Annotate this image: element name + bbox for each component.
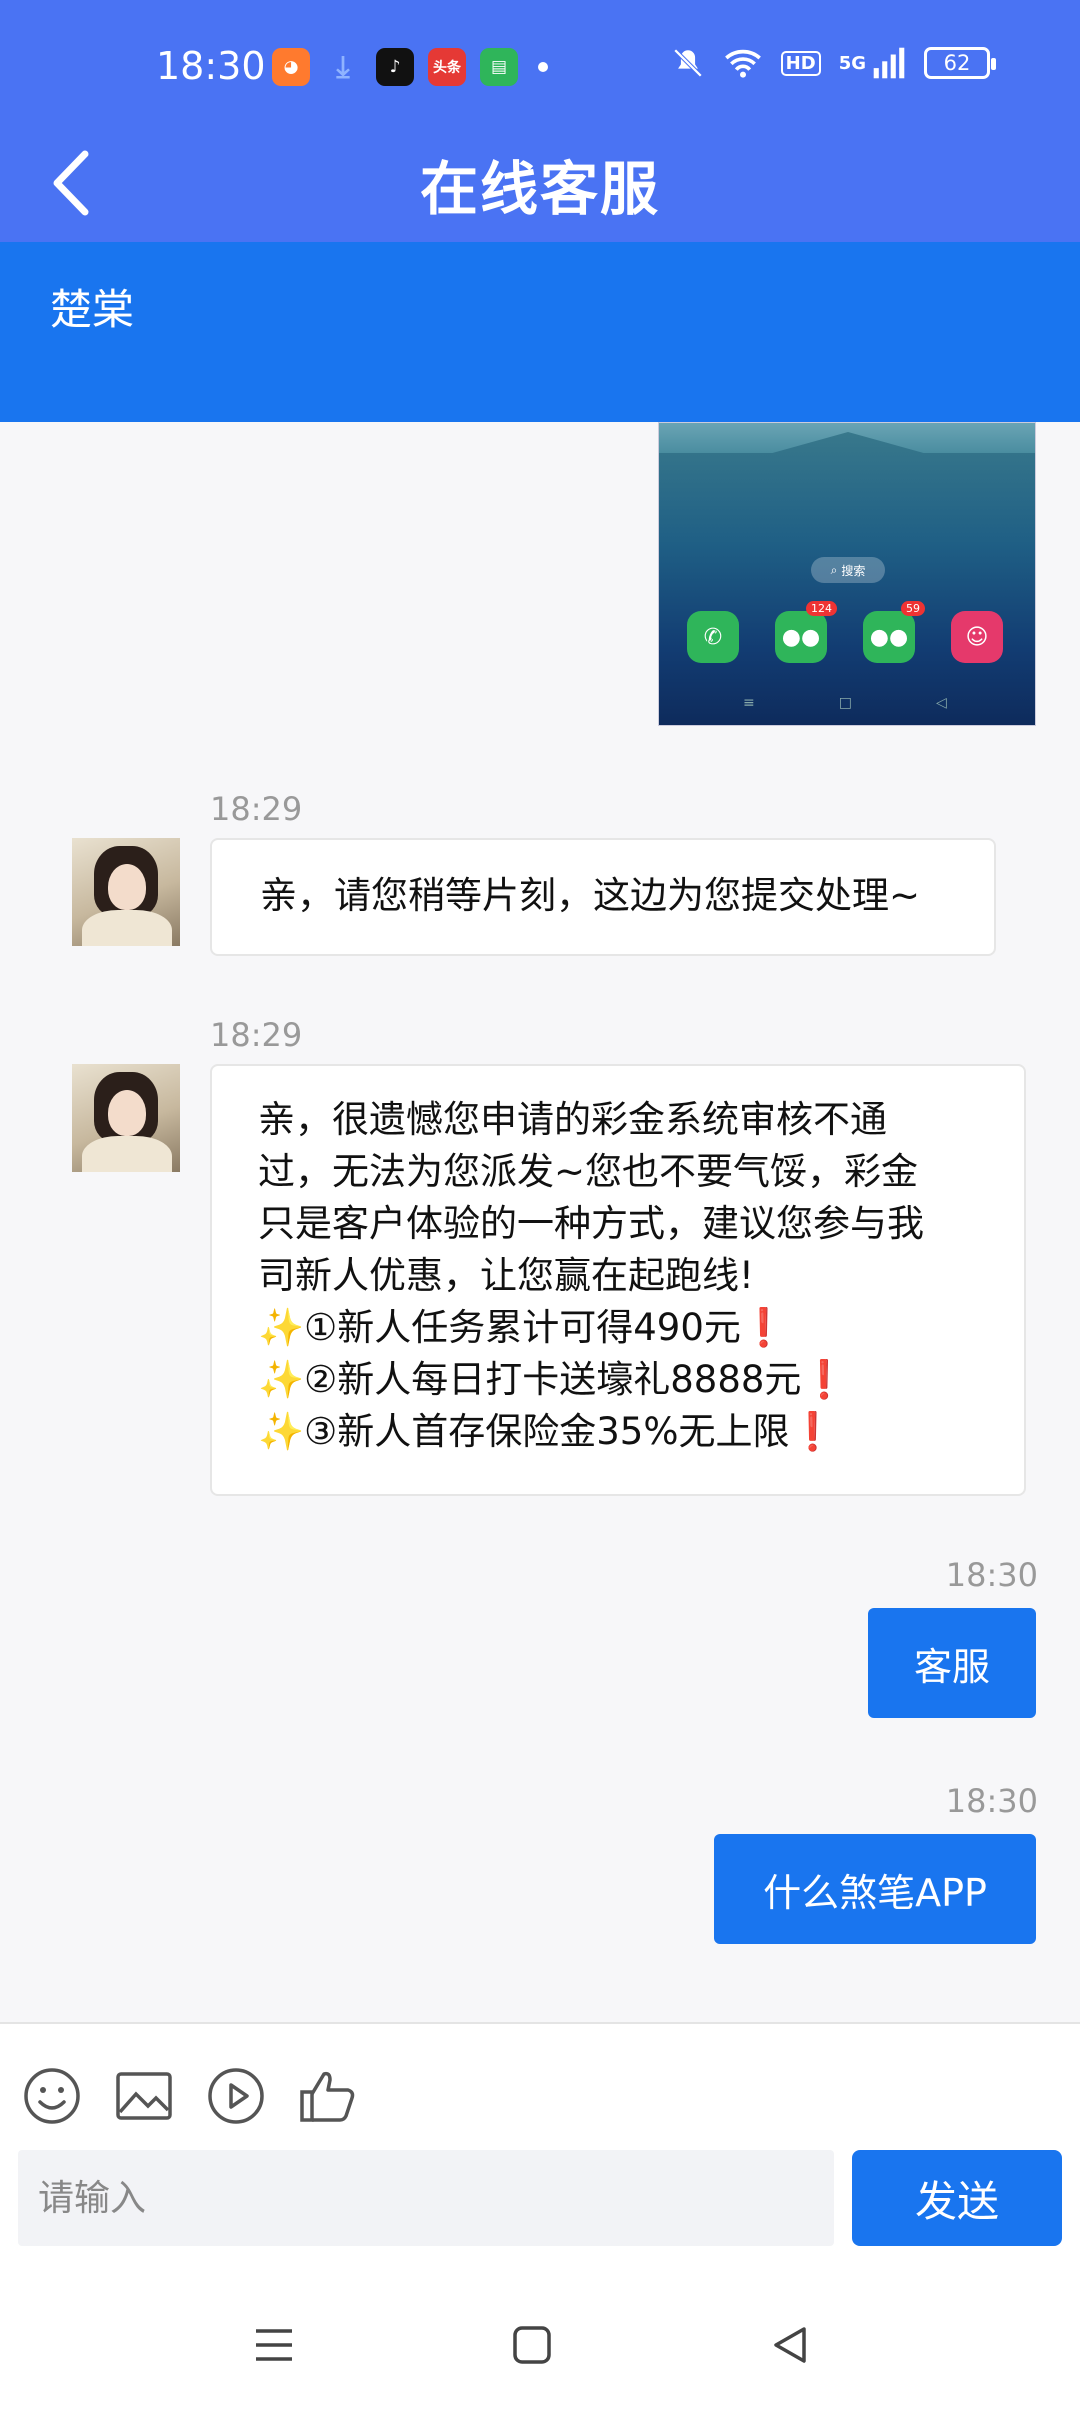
signal-icon — [873, 47, 905, 79]
emoji-button[interactable] — [22, 2066, 82, 2126]
back-icon — [774, 2327, 806, 2363]
message-line: 过，无法为您派发~您也不要气馁，彩金 — [258, 1150, 919, 1193]
game-app-icon: ☺ — [951, 611, 1003, 663]
sparkles-icon: ✨ — [258, 1410, 305, 1453]
search-icon: ⌕ — [830, 562, 838, 577]
battery-indicator: 62 — [924, 47, 996, 79]
composer: 发送 — [0, 2024, 1080, 2279]
download-icon: ⤓ — [336, 49, 350, 85]
message-input[interactable] — [18, 2150, 834, 2246]
image-search-pill: ⌕ 搜索 — [811, 557, 885, 583]
status-bar: 18:30 ◕ ⤓ ♪ 头条 ▤ HD 5G 62 — [0, 0, 1080, 140]
sparkles-icon: ✨ — [258, 1306, 305, 1349]
message-text: 亲，请您稍等片刻，这边为您提交处理~ — [260, 874, 921, 917]
exclamation-icon: ❗ — [801, 1358, 848, 1401]
phone-icon: ✆ — [687, 611, 739, 663]
message-line: 只是客户体验的一种方式，建议您参与我 — [258, 1202, 924, 1245]
promo-line: ✨③新人首存保险金35%无上限❗ — [258, 1406, 978, 1458]
header: 在线客服 — [0, 128, 1080, 242]
image-icon — [116, 2072, 172, 2120]
mute-icon — [673, 48, 702, 78]
composer-tools — [22, 2066, 358, 2126]
home-button[interactable] — [502, 2315, 562, 2375]
message-line: 司新人优惠，让您赢在起跑线! — [258, 1254, 754, 1297]
more-dot-icon — [538, 62, 548, 72]
toutiao-icon: 头条 — [428, 48, 466, 86]
notification-icons: ◕ ⤓ ♪ 头条 ▤ — [272, 48, 548, 86]
home-icon: □ — [838, 695, 852, 711]
thumbs-up-icon — [300, 2071, 355, 2122]
system-indicators: HD 5G 62 — [671, 46, 996, 80]
menu-icon — [256, 2329, 292, 2361]
badge-count: 59 — [901, 601, 925, 616]
image-button[interactable] — [114, 2066, 174, 2126]
promo-text: ②新人每日打卡送壕礼8888元 — [304, 1358, 802, 1401]
video-button[interactable] — [206, 2066, 266, 2126]
chat-area[interactable]: ⌕ 搜索 ✆ ●● 124 ●● 59 ☺ ≡ □ ◁ 18:29 亲，请您稍等片刻… — [0, 422, 1080, 2022]
message-text: 客服 — [913, 1644, 990, 1689]
back-icon: ◁ — [935, 695, 947, 711]
exclamation-icon: ❗ — [789, 1410, 836, 1453]
message-bubble-outgoing[interactable]: 客服 — [868, 1608, 1036, 1718]
messages-icon: ▤ — [480, 48, 518, 86]
wifi-icon — [724, 49, 761, 78]
avatar[interactable] — [72, 838, 180, 946]
home-icon — [513, 2326, 551, 2364]
agent-bar: 楚棠 — [0, 242, 1080, 422]
exclamation-icon: ❗ — [740, 1306, 787, 1349]
message-text: 什么煞笔APP — [763, 1870, 987, 1915]
page-title: 在线客服 — [419, 155, 660, 223]
system-nav-bar — [0, 2279, 1080, 2412]
status-time: 18:30 — [156, 44, 266, 88]
menu-icon: ≡ — [743, 695, 755, 711]
sparkles-icon: ✨ — [258, 1358, 305, 1401]
hd-badge: HD — [780, 50, 821, 76]
network-label: 5G — [838, 52, 866, 74]
wechat-icon: ●● 124 — [775, 601, 837, 663]
message-time: 18:30 — [945, 1556, 1038, 1594]
message-bubble[interactable]: 亲，请您稍等片刻，这边为您提交处理~ — [210, 838, 996, 956]
image-search-label: 搜索 — [841, 563, 866, 578]
message-time: 18:29 — [210, 1016, 303, 1054]
promo-text: ③新人首存保险金35%无上限 — [304, 1410, 790, 1453]
back-nav-button[interactable] — [760, 2315, 820, 2375]
avatar[interactable] — [72, 1064, 180, 1172]
image-dock: ✆ ●● 124 ●● 59 ☺ — [687, 601, 1003, 663]
tiktok-icon: ♪ — [376, 48, 414, 86]
badge-count: 124 — [806, 601, 837, 616]
promo-line: ✨②新人每日打卡送壕礼8888元❗ — [258, 1354, 978, 1406]
promo-line: ✨①新人任务累计可得490元❗ — [258, 1302, 978, 1354]
message-time: 18:30 — [945, 1782, 1038, 1820]
message-bubble-outgoing[interactable]: 什么煞笔APP — [714, 1834, 1036, 1944]
message-time: 18:29 — [210, 790, 303, 828]
top-bar: 18:30 ◕ ⤓ ♪ 头条 ▤ HD 5G 62 在线客服 — [0, 0, 1080, 242]
message-line: 亲，很遗憾您申请的彩金系统审核不通 — [258, 1098, 887, 1141]
app-icon-orange: ◕ — [272, 48, 310, 86]
wechat-clone-icon: ●● 59 — [863, 601, 925, 663]
emoji-icon — [24, 2068, 80, 2124]
like-button[interactable] — [298, 2066, 358, 2126]
agent-name: 楚棠 — [50, 285, 135, 334]
image-nav-bar: ≡ □ ◁ — [743, 695, 947, 711]
promo-text: ①新人任务累计可得490元 — [304, 1306, 741, 1349]
video-icon — [208, 2068, 264, 2124]
message-bubble[interactable]: 亲，很遗憾您申请的彩金系统审核不通 过，无法为您派发~您也不要气馁，彩金 只是客… — [210, 1064, 1026, 1496]
send-button[interactable]: 发送 — [852, 2150, 1062, 2246]
recent-apps-button[interactable] — [244, 2315, 304, 2375]
shared-image[interactable]: ⌕ 搜索 ✆ ●● 124 ●● 59 ☺ ≡ □ ◁ — [658, 422, 1036, 726]
